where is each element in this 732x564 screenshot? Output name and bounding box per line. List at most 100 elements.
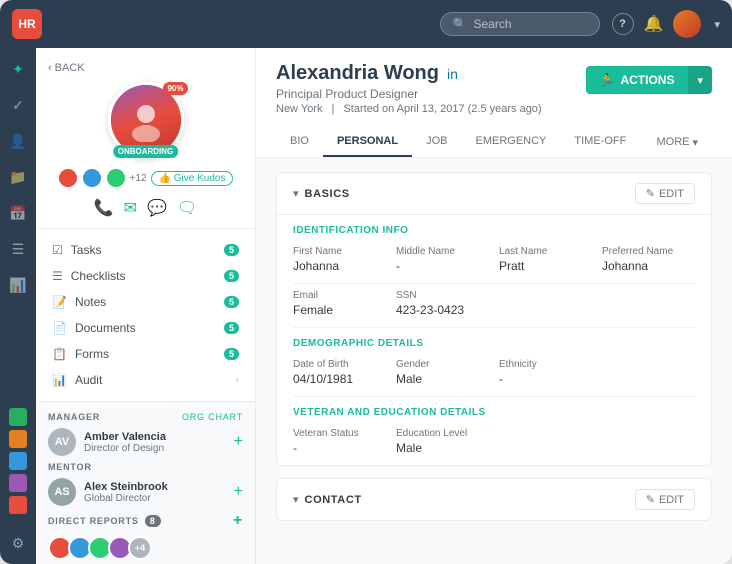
tab-bar: BIO PERSONAL JOB EMERGENCY TIME-OFF MORE…	[276, 127, 712, 157]
nav-icons: ? 🔔 ▾	[612, 10, 720, 38]
middle-name-label: Middle Name	[396, 246, 489, 257]
field-middle-name: Middle Name -	[396, 246, 489, 273]
manager-section: MANAGER Org Chart AV Amber Valencia Dire…	[36, 402, 255, 564]
dob-value: 04/10/1981	[293, 372, 386, 386]
veteran-title: VETERAN AND EDUCATION DETAILS	[277, 397, 711, 422]
search-input[interactable]	[474, 17, 584, 31]
runner-icon: 🏃	[600, 73, 615, 87]
veteran-status-label: Veteran Status	[293, 428, 386, 439]
org-chart-link[interactable]: Org Chart	[182, 412, 243, 422]
kudos-count: +12	[130, 173, 147, 184]
give-kudos-button[interactable]: 👍 Give Kudos	[151, 171, 234, 186]
back-label: BACK	[55, 62, 85, 74]
dob-label: Date of Birth	[293, 359, 386, 370]
nav-items: ☑ Tasks 5 ☰ Checklists 5 📝 Notes 5 📄 Doc…	[36, 229, 255, 402]
tab-bio[interactable]: BIO	[276, 127, 323, 157]
field-education-level: Education Level Male	[396, 428, 489, 455]
sidebar-icon-settings[interactable]: ⚙	[7, 532, 29, 554]
tasks-icon: ☑	[52, 243, 63, 257]
add-mentor-button[interactable]: +	[234, 483, 243, 501]
documents-icon: 📄	[52, 321, 67, 335]
bell-icon[interactable]: 🔔	[644, 14, 664, 34]
mentor-title: Global Director	[84, 493, 226, 504]
audit-icon: 📊	[52, 373, 67, 387]
nav-item-tasks[interactable]: ☑ Tasks 5	[36, 237, 255, 263]
ethnicity-label: Ethnicity	[499, 359, 592, 370]
actions-dropdown-button[interactable]: ▾	[688, 66, 712, 94]
profile-header: ‹ BACK ONBOARDING 90%	[36, 48, 255, 229]
direct-reports-title: DIRECT REPORTS 8 +	[48, 512, 243, 530]
sidebar-icon-folder[interactable]: 📁	[7, 166, 29, 188]
chat-icon[interactable]: 🗨	[177, 198, 197, 218]
tab-more[interactable]: MORE ▾	[642, 128, 712, 157]
tab-job[interactable]: JOB	[412, 127, 461, 157]
actions-button[interactable]: 🏃 ACTIONS	[586, 66, 689, 94]
nav-item-documents[interactable]: 📄 Documents 5	[36, 315, 255, 341]
education-level-value: Male	[396, 441, 489, 455]
search-icon: 🔍	[453, 17, 468, 31]
employee-title: Principal Product Designer	[276, 87, 586, 101]
field-dob: Date of Birth 04/10/1981	[293, 359, 386, 386]
veteran-fields: Veteran Status - Education Level Male	[277, 422, 711, 465]
email-icon[interactable]: ✉	[124, 198, 137, 218]
field-ethnicity: Ethnicity -	[499, 359, 592, 386]
profile-actions-row: 📞 ✉ 💬 🗨	[94, 198, 198, 218]
phone-icon[interactable]: 📞	[94, 198, 114, 218]
checklists-badge: 5	[224, 270, 239, 282]
search-box[interactable]: 🔍	[440, 12, 600, 36]
ssn-value: 423-23-0423	[396, 303, 489, 317]
basics-title-row: ▾ BASICS	[293, 187, 350, 200]
employee-name: Alexandria Wong	[276, 62, 439, 85]
nav-item-notes[interactable]: 📝 Notes 5	[36, 289, 255, 315]
manager-info: Amber Valencia Director of Design	[84, 431, 226, 454]
direct-reports-label: DIRECT REPORTS	[48, 516, 139, 526]
first-name-value: Johanna	[293, 259, 386, 273]
linkedin-icon[interactable]: in	[447, 66, 458, 82]
left-panel: ‹ BACK ONBOARDING 90%	[36, 48, 256, 564]
pencil-icon: ✎	[646, 187, 655, 200]
help-icon[interactable]: ?	[612, 13, 634, 35]
contact-edit-button[interactable]: ✎ EDIT	[635, 489, 695, 510]
forms-icon: 📋	[52, 347, 67, 361]
direct-reports-count: 8	[145, 515, 161, 527]
avatar-image	[673, 10, 701, 38]
user-avatar[interactable]	[673, 10, 701, 38]
sidebar-icon-calendar[interactable]: 📅	[7, 202, 29, 224]
nav-item-forms[interactable]: 📋 Forms 5	[36, 341, 255, 367]
basics-edit-label: EDIT	[659, 188, 684, 200]
chevron-down-icon[interactable]: ▾	[714, 18, 720, 31]
nav-item-audit[interactable]: 📊 Audit ›	[36, 367, 255, 393]
meta-separator: |	[332, 103, 335, 115]
profile-top-bar: Alexandria Wong in Principal Product Des…	[256, 48, 732, 158]
preferred-name-label: Preferred Name	[602, 246, 695, 257]
sidebar-icon-check[interactable]: ✓	[7, 94, 29, 116]
main-body: ✦ ✓ 👤 📁 📅 ☰ 📊 ⚙ ‹ BACK	[0, 48, 732, 564]
nav-item-checklists[interactable]: ☰ Checklists 5	[36, 263, 255, 289]
add-manager-button[interactable]: +	[234, 433, 243, 451]
sidebar-icon-home[interactable]: ✦	[7, 58, 29, 80]
progress-badge: 90%	[163, 82, 187, 95]
add-direct-report-button[interactable]: +	[233, 512, 243, 530]
manager-section-title: MANAGER Org Chart	[48, 412, 243, 422]
back-button[interactable]: ‹ BACK	[48, 62, 85, 74]
identification-title: IDENTIFICATION INFO	[277, 215, 711, 240]
more-chevron-icon: ▾	[692, 136, 698, 149]
sidebar-icon-chart[interactable]: 📊	[7, 274, 29, 296]
field-gender: Gender Male	[396, 359, 489, 386]
sidebar-icon-list[interactable]: ☰	[7, 238, 29, 260]
basics-edit-button[interactable]: ✎ EDIT	[635, 183, 695, 204]
top-nav: HR 🔍 ? 🔔 ▾	[0, 0, 732, 48]
manager-title-label: MANAGER	[48, 412, 100, 422]
first-name-label: First Name	[293, 246, 386, 257]
back-arrow-icon: ‹	[48, 62, 52, 74]
tab-timeoff[interactable]: TIME-OFF	[560, 127, 640, 157]
sidebar-icon-user[interactable]: 👤	[7, 130, 29, 152]
field-first-name: First Name Johanna	[293, 246, 386, 273]
start-info: Started on April 13, 2017 (2.5 years ago…	[343, 103, 541, 115]
message-icon[interactable]: 💬	[147, 198, 167, 218]
actions-label: ACTIONS	[620, 73, 674, 87]
app-logo: HR	[12, 9, 42, 39]
tab-personal[interactable]: PERSONAL	[323, 127, 412, 157]
profile-name-row: Alexandria Wong in	[276, 62, 586, 85]
tab-emergency[interactable]: EMERGENCY	[461, 127, 560, 157]
